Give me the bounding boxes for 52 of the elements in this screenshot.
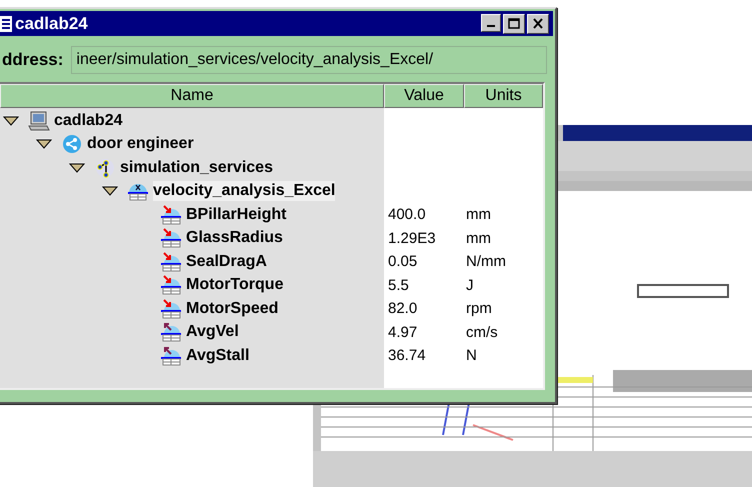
tree-item[interactable]: SealDragA xyxy=(186,252,267,272)
minimize-icon xyxy=(487,24,495,26)
tree-item[interactable]: door engineer xyxy=(87,134,194,154)
value-cell: 400.0 xyxy=(388,206,426,224)
units-cell: cm/s xyxy=(466,324,498,341)
maximize-icon xyxy=(507,17,521,30)
input-arrow-icon xyxy=(160,228,182,248)
window-title: cadlab24 xyxy=(15,14,89,34)
tree-item[interactable]: simulation_services xyxy=(120,158,273,178)
output-arrow-icon xyxy=(160,322,182,342)
input-arrow-icon xyxy=(160,298,182,319)
units-cell: mm xyxy=(466,206,491,224)
column-header[interactable]: Name xyxy=(0,84,384,108)
tree-item[interactable]: GlassRadius xyxy=(186,228,283,248)
units-cell: rpm xyxy=(466,300,492,318)
tree-item[interactable]: AvgVel xyxy=(186,322,239,342)
value-cell: 1.29E3 xyxy=(388,230,436,247)
address-label: ddress: xyxy=(2,50,64,70)
tree-item[interactable]: MotorSpeed xyxy=(186,298,278,319)
value-cell: 0.05 xyxy=(388,253,418,270)
tree-item[interactable]: velocity_analysis_Excel xyxy=(153,181,336,202)
tree-item[interactable]: cadlab24 xyxy=(54,110,122,131)
model-icon xyxy=(127,181,149,202)
input-arrow-icon xyxy=(160,252,182,272)
value-cell: 82.0 xyxy=(388,300,418,318)
close-button[interactable] xyxy=(527,14,549,34)
close-icon xyxy=(531,17,545,30)
units-cell: N xyxy=(466,347,477,364)
expand-toggle[interactable] xyxy=(102,186,118,196)
column-header[interactable]: Value xyxy=(384,84,464,108)
tree-item[interactable]: MotorTorque xyxy=(186,275,284,296)
node-graph-icon xyxy=(94,158,116,178)
value-cell: 4.97 xyxy=(388,324,418,341)
output-arrow-icon xyxy=(160,346,182,366)
input-arrow-icon xyxy=(160,275,182,296)
globe-icon xyxy=(61,134,83,154)
expand-toggle[interactable] xyxy=(36,139,52,150)
units-cell: J xyxy=(466,276,474,294)
address-field[interactable]: ineer/simulation_services/velocity_analysis_Excel/ xyxy=(71,46,547,74)
maximize-button[interactable] xyxy=(503,14,525,34)
value-cell: 36.74 xyxy=(388,347,426,364)
expand-toggle[interactable] xyxy=(3,116,19,126)
column-header[interactable]: Units xyxy=(464,84,543,108)
expand-toggle[interactable] xyxy=(69,162,85,173)
units-cell: N/mm xyxy=(466,253,506,270)
minimize-button[interactable] xyxy=(481,14,501,32)
tree-item[interactable]: BPillarHeight xyxy=(186,204,286,225)
tree-item[interactable]: AvgStall xyxy=(186,346,250,366)
computer-icon xyxy=(28,110,50,131)
units-cell: mm xyxy=(466,230,491,247)
value-cell: 5.5 xyxy=(388,276,409,294)
input-arrow-icon xyxy=(160,204,182,225)
